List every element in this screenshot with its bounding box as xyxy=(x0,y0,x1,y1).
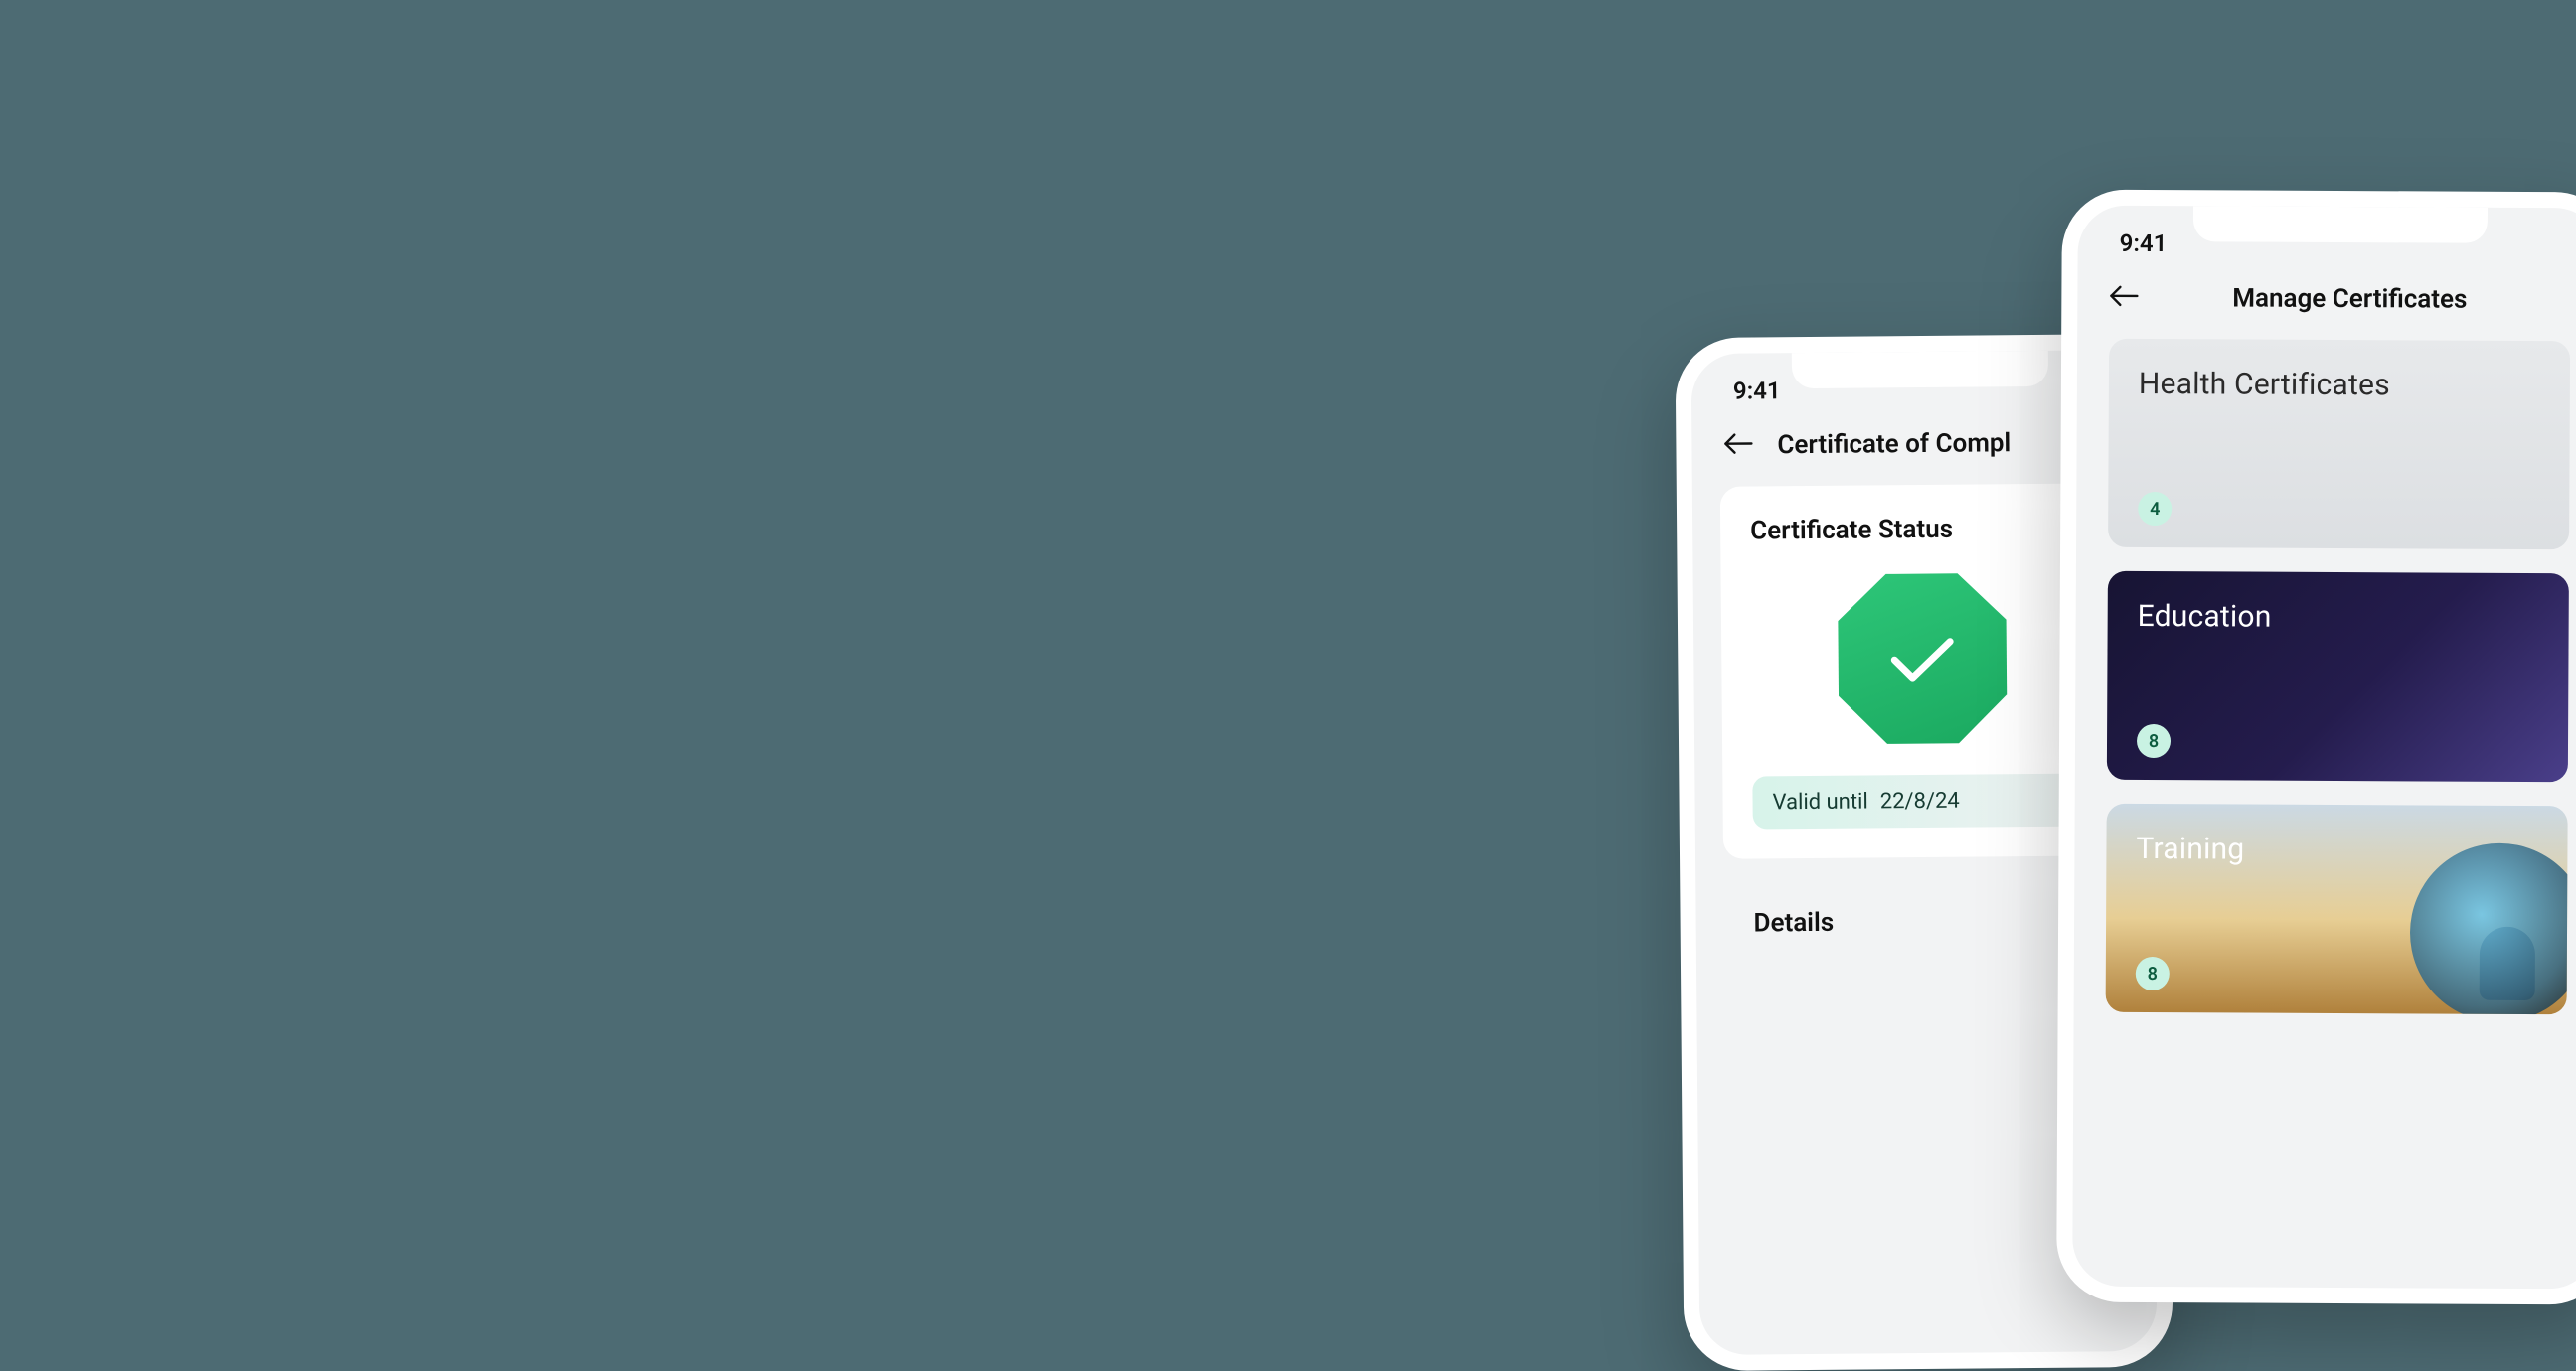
category-title: Education xyxy=(2138,599,2539,636)
checkmark-badge-icon xyxy=(1833,569,2013,750)
screen: 9:41 Manage Certificates Health Certific… xyxy=(2072,206,2576,1290)
category-count-badge: 8 xyxy=(2136,957,2170,990)
back-icon[interactable] xyxy=(1723,431,1753,459)
notch xyxy=(2193,206,2488,243)
status-heading: Certificate Status xyxy=(1750,514,2092,546)
category-card-training[interactable]: Training 8 xyxy=(2106,804,2568,1014)
valid-until-pill: Valid until 22/8/24 xyxy=(1752,774,2094,830)
nav-row: Manage Certificates xyxy=(2077,265,2576,342)
valid-label: Valid until xyxy=(1772,789,1867,815)
page-title: Certificate of Compl xyxy=(1777,428,2011,460)
category-count-badge: 4 xyxy=(2138,492,2172,526)
page-title: Manage Certificates xyxy=(2129,283,2570,315)
pilot-silhouette-icon xyxy=(2480,927,2535,1000)
category-card-health[interactable]: Health Certificates 4 xyxy=(2108,339,2570,549)
valid-date: 22/8/24 xyxy=(1880,789,1960,815)
phone-manage-certificates: 9:41 Manage Certificates Health Certific… xyxy=(2056,190,2576,1305)
category-title: Training xyxy=(2136,832,2537,868)
category-card-education[interactable]: Education 8 xyxy=(2107,571,2569,782)
status-time: 9:41 xyxy=(2120,229,2168,257)
category-title: Health Certificates xyxy=(2139,367,2540,403)
notch xyxy=(1792,351,2048,388)
status-time: 9:41 xyxy=(1733,377,1781,404)
category-count-badge: 8 xyxy=(2137,724,2171,758)
status-badge xyxy=(1751,569,2095,751)
